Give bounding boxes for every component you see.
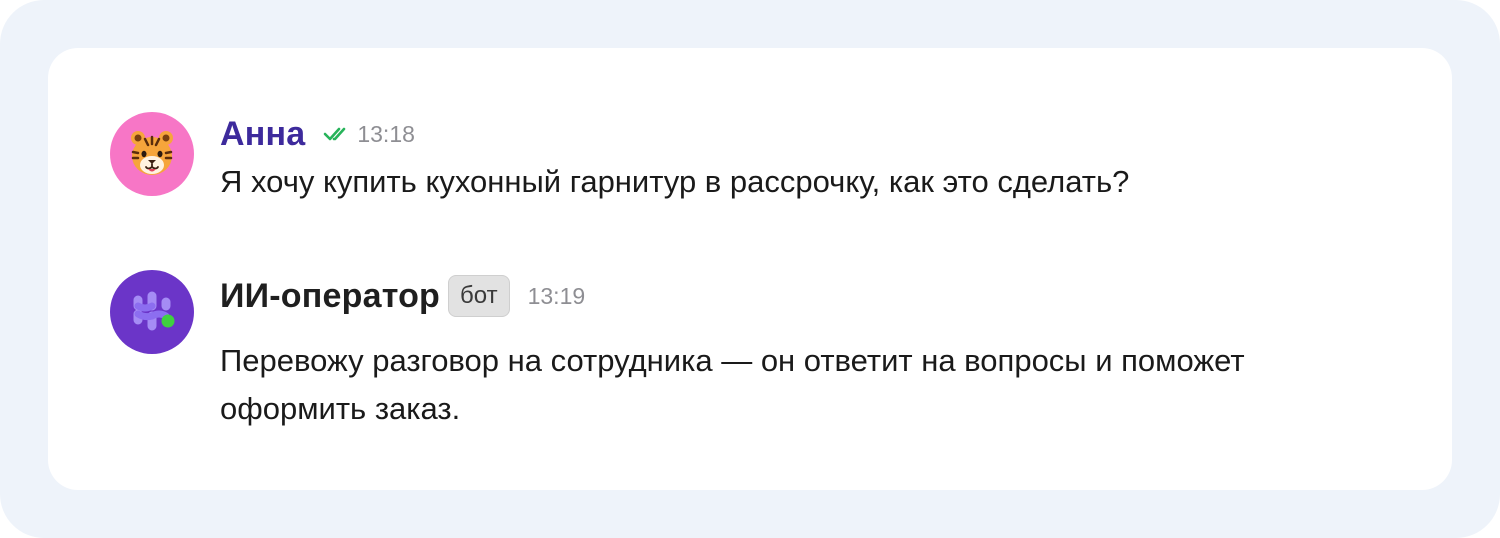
author-name[interactable]: Анна xyxy=(220,115,305,154)
avatar[interactable] xyxy=(110,270,194,354)
avatar[interactable] xyxy=(110,112,194,196)
bot-badge: бот xyxy=(448,275,510,317)
message-time: 13:19 xyxy=(527,282,586,309)
message-text: Я хочу купить кухонный гарнитур в рассро… xyxy=(220,164,1130,199)
message-text: Перевожу разговор на сотрудника — он отв… xyxy=(220,343,1245,426)
tiger-icon xyxy=(131,131,173,175)
message-header: ИИ-оператор бот 13:19 xyxy=(220,274,585,318)
author-name[interactable]: ИИ-оператор xyxy=(220,277,440,316)
ai-operator-logo-icon xyxy=(133,291,175,331)
message-header: Анна 13:18 xyxy=(220,112,415,156)
message-time: 13:18 xyxy=(357,120,415,147)
outer-frame: Анна 13:18 Я хочу купить кухонный гарнит… xyxy=(0,0,1500,538)
double-check-icon xyxy=(324,127,346,141)
chat-card: Анна 13:18 Я хочу купить кухонный гарнит… xyxy=(48,48,1452,490)
